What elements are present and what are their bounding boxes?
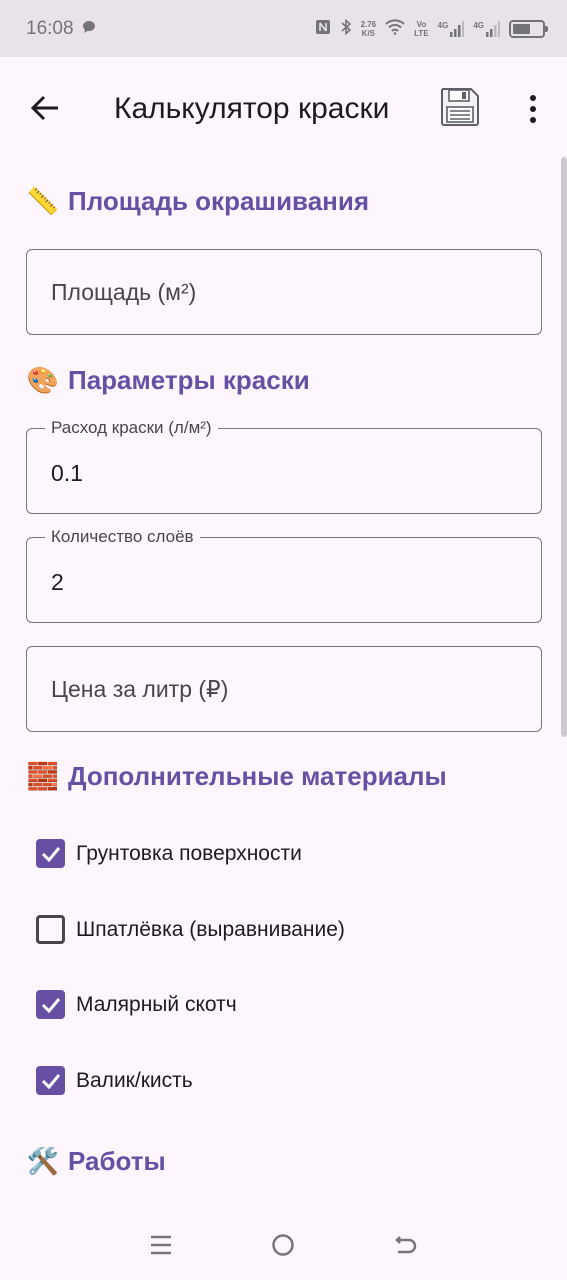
app-bar: Калькулятор краски [0, 57, 567, 161]
status-left: 16:08 [26, 18, 96, 40]
more-dot-icon [530, 95, 536, 101]
recent-apps-button[interactable] [146, 1230, 176, 1260]
bluetooth-icon [340, 18, 352, 38]
system-back-button[interactable] [391, 1230, 421, 1260]
more-options-button[interactable] [518, 89, 548, 129]
bricks-icon: 🧱 [26, 761, 60, 791]
volte-bottom: LTE [414, 28, 429, 38]
checkbox-unchecked-icon[interactable] [36, 915, 65, 944]
section-extra-title: Дополнительные материалы [68, 761, 447, 791]
consumption-field-label: Расход краски (л/м²) [45, 418, 218, 438]
system-nav-bar [0, 1210, 567, 1280]
signal-label-2: 4G [473, 20, 484, 30]
volte-indicator: Vo LTE [414, 20, 429, 38]
section-paint-header: 🎨 Параметры краски [26, 365, 310, 396]
tools-icon: 🛠️ [26, 1146, 60, 1176]
checkbox-tape[interactable]: Малярный скотч [36, 990, 237, 1019]
menu-icon [151, 1235, 172, 1255]
section-extra-header: 🧱 Дополнительные материалы [26, 761, 447, 792]
more-dot-icon [530, 117, 536, 123]
volte-top: Vo [416, 19, 427, 29]
wifi-icon [385, 19, 405, 38]
consumption-field-value: 0.1 [51, 460, 83, 486]
price-field-placeholder: Цена за литр (₽) [51, 676, 229, 702]
net-speed-value: 2.76 [360, 19, 377, 29]
signal-icon-2: 4G [473, 20, 500, 37]
home-circle-icon [272, 1234, 295, 1256]
back-button[interactable] [26, 89, 64, 127]
battery-icon [509, 19, 548, 38]
area-field[interactable]: Площадь (м²) [26, 249, 542, 335]
price-field[interactable]: Цена за литр (₽) [26, 646, 542, 732]
palette-icon: 🎨 [26, 365, 60, 395]
signal-label: 4G [437, 20, 449, 30]
checkbox-putty[interactable]: Шпатлёвка (выравнивание) [36, 915, 345, 944]
checkbox-primer[interactable]: Грунтовка поверхности [36, 839, 302, 868]
checkbox-label: Шпатлёвка (выравнивание) [76, 917, 345, 941]
signal-icon: 4G [437, 20, 465, 37]
more-dot-icon [530, 106, 536, 112]
back-return-icon [395, 1236, 417, 1254]
section-paint-title: Параметры краски [68, 365, 310, 395]
ruler-icon: 📏 [26, 186, 60, 216]
section-works-header: 🛠️ Работы [26, 1146, 166, 1177]
net-speed-unit: K/S [361, 28, 376, 38]
net-speed: 2.76 K/S [361, 20, 377, 38]
save-button[interactable] [438, 85, 482, 129]
status-right: 2.76 K/S Vo LTE 4G 4G [315, 18, 548, 38]
checkbox-checked-icon[interactable] [36, 839, 65, 868]
floppy-disk-icon [440, 88, 479, 126]
home-button[interactable] [268, 1230, 298, 1260]
consumption-field[interactable]: Расход краски (л/м²) 0.1 [26, 418, 542, 514]
status-time: 16:08 [26, 17, 74, 39]
chat-notification-icon [82, 18, 96, 40]
checkbox-checked-icon[interactable] [36, 1066, 65, 1095]
nfc-icon [315, 19, 331, 38]
section-area-header: 📏 Площадь окрашивания [26, 186, 369, 217]
layers-field-value: 2 [51, 569, 64, 595]
checkbox-label: Валик/кисть [76, 1068, 193, 1092]
checkbox-checked-icon[interactable] [36, 990, 65, 1019]
checkbox-label: Грунтовка поверхности [76, 841, 302, 865]
checkbox-label: Малярный скотч [76, 992, 237, 1016]
layers-field-label: Количество слоёв [45, 527, 200, 547]
arrow-back-icon [30, 95, 58, 121]
status-bar: 16:08 2.76 K/S Vo LTE 4G 4G [0, 0, 567, 57]
page-title: Калькулятор краски [114, 92, 390, 125]
scrollbar[interactable] [561, 157, 567, 737]
section-works-title: Работы [68, 1146, 166, 1176]
section-area-title: Площадь окрашивания [68, 186, 370, 216]
layers-field[interactable]: Количество слоёв 2 [26, 527, 542, 623]
area-field-placeholder: Площадь (м²) [51, 279, 197, 305]
checkbox-roller[interactable]: Валик/кисть [36, 1066, 193, 1095]
